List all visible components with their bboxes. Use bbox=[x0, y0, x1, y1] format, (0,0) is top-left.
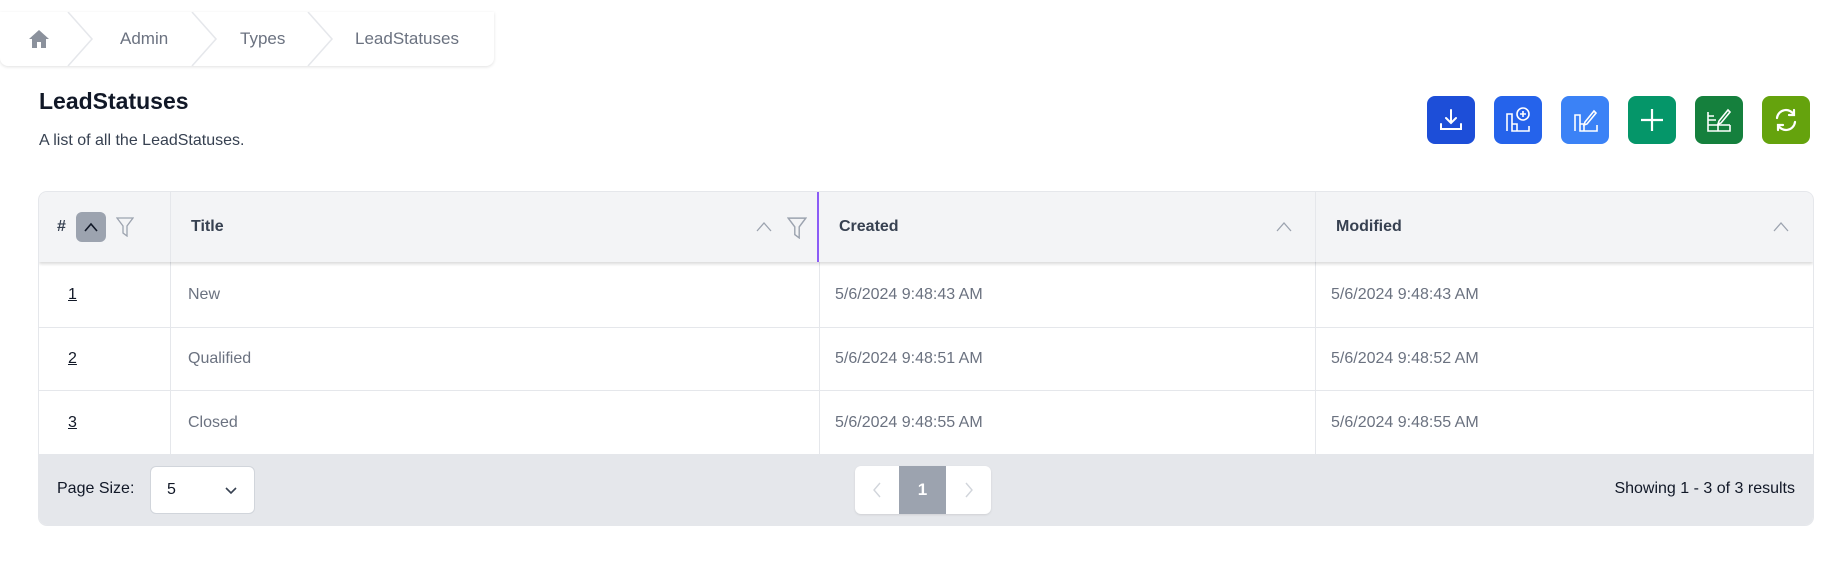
edit-table-icon bbox=[1707, 108, 1732, 132]
edit-column-button[interactable] bbox=[1561, 96, 1609, 144]
add-column-icon bbox=[1506, 107, 1530, 132]
page-1-button[interactable]: 1 bbox=[899, 466, 946, 514]
breadcrumb-admin[interactable]: Admin bbox=[120, 12, 168, 66]
row-id-link[interactable]: 1 bbox=[68, 286, 77, 304]
sort-icon[interactable] bbox=[1772, 221, 1790, 232]
breadcrumb-separator bbox=[307, 12, 334, 66]
previous-page-button[interactable] bbox=[855, 466, 899, 514]
table-header: # Title Created Modified bbox=[39, 192, 1813, 262]
next-page-button[interactable] bbox=[946, 466, 991, 514]
row-created: 5/6/2024 9:48:51 AM bbox=[820, 328, 1316, 390]
plus-icon bbox=[1641, 109, 1663, 131]
column-header-created[interactable]: Created bbox=[819, 192, 1316, 262]
home-icon bbox=[29, 30, 49, 48]
row-modified: 5/6/2024 9:48:55 AM bbox=[1331, 413, 1479, 431]
page-title: LeadStatuses bbox=[39, 88, 189, 114]
row-created: 5/6/2024 9:48:43 AM bbox=[820, 262, 1316, 327]
row-modified: 5/6/2024 9:48:43 AM bbox=[1331, 285, 1479, 303]
filter-icon[interactable] bbox=[115, 217, 134, 237]
refresh-icon bbox=[1775, 108, 1797, 132]
chevron-right-icon bbox=[964, 482, 973, 498]
column-label: Created bbox=[839, 218, 899, 235]
sort-icon[interactable] bbox=[1275, 221, 1293, 232]
column-label: Title bbox=[191, 218, 224, 235]
page-size-label: Page Size: bbox=[57, 480, 135, 497]
table-row: 3 Closed 5/6/2024 9:48:55 AM 5/6/2024 9:… bbox=[39, 391, 1813, 454]
breadcrumb-types[interactable]: Types bbox=[240, 12, 285, 66]
chevron-left-icon bbox=[873, 482, 881, 498]
column-header-id[interactable]: # bbox=[39, 192, 171, 262]
row-modified: 5/6/2024 9:48:52 AM bbox=[1331, 350, 1479, 367]
breadcrumb-separator bbox=[191, 12, 218, 66]
add-button[interactable] bbox=[1628, 96, 1676, 144]
results-summary: Showing 1 - 3 of 3 results bbox=[1614, 480, 1795, 497]
sort-ascending-button[interactable] bbox=[75, 212, 106, 242]
row-title: Closed bbox=[171, 391, 820, 454]
page-size-select[interactable]: 5 bbox=[150, 466, 255, 514]
column-header-title[interactable]: Title bbox=[171, 192, 819, 262]
column-label: Modified bbox=[1336, 218, 1402, 235]
row-id-link[interactable]: 3 bbox=[68, 414, 77, 432]
add-column-button[interactable] bbox=[1494, 96, 1542, 144]
column-label: # bbox=[57, 218, 66, 235]
row-id-link[interactable]: 2 bbox=[68, 350, 77, 368]
breadcrumb-separator bbox=[67, 12, 94, 66]
filter-icon[interactable] bbox=[787, 217, 807, 239]
row-title: New bbox=[171, 262, 820, 327]
breadcrumb: Admin Types LeadStatuses bbox=[0, 12, 494, 66]
row-created: 5/6/2024 9:48:55 AM bbox=[820, 391, 1316, 454]
pagination: 1 bbox=[855, 466, 991, 514]
table-row: 2 Qualified 5/6/2024 9:48:51 AM 5/6/2024… bbox=[39, 328, 1813, 391]
data-table: # Title Created Modified 1 New 5/6/2024 … bbox=[39, 192, 1813, 525]
page-size-value: 5 bbox=[167, 481, 176, 498]
download-icon bbox=[1440, 109, 1462, 130]
edit-column-icon bbox=[1574, 109, 1598, 132]
chevron-down-icon bbox=[225, 487, 237, 495]
download-button[interactable] bbox=[1427, 96, 1475, 144]
breadcrumb-home[interactable] bbox=[28, 12, 50, 66]
column-header-modified[interactable]: Modified bbox=[1316, 192, 1813, 262]
chevron-up-icon bbox=[84, 222, 98, 232]
sort-icon[interactable] bbox=[755, 221, 773, 232]
table-footer: Page Size: 5 1 Showing 1 - 3 of 3 result… bbox=[39, 454, 1813, 525]
row-title: Qualified bbox=[171, 328, 820, 390]
table-row: 1 New 5/6/2024 9:48:43 AM 5/6/2024 9:48:… bbox=[39, 262, 1813, 328]
page-subtitle: A list of all the LeadStatuses. bbox=[39, 132, 245, 149]
edit-table-button[interactable] bbox=[1695, 96, 1743, 144]
refresh-button[interactable] bbox=[1762, 96, 1810, 144]
breadcrumb-leadstatuses[interactable]: LeadStatuses bbox=[355, 12, 459, 66]
